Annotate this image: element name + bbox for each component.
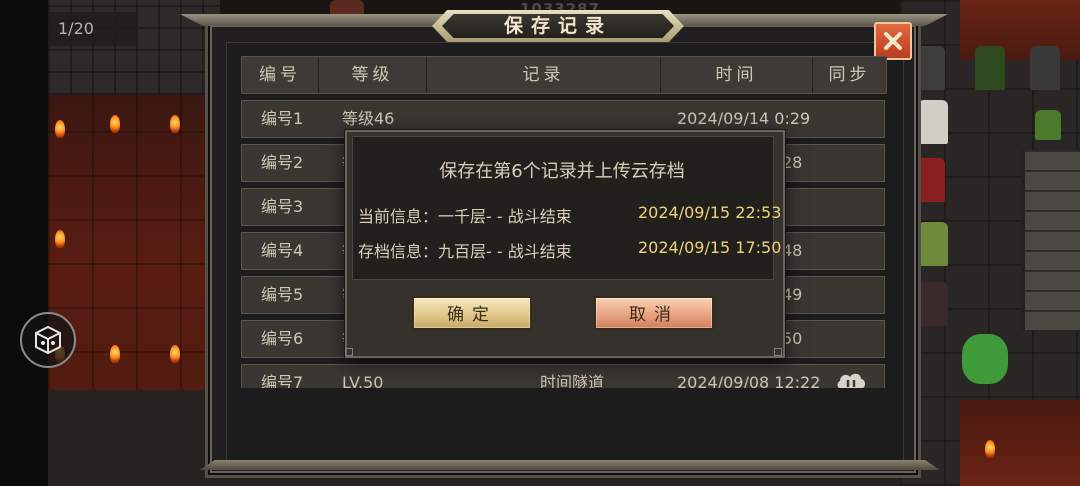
cube-icon — [35, 325, 61, 355]
row-time: 2024/09/08 12:22 — [677, 373, 821, 388]
torch-icon — [170, 115, 180, 133]
monster-sprite[interactable] — [918, 222, 948, 266]
dialog-corner — [345, 348, 353, 356]
panel-title: 保存记录 — [503, 15, 612, 37]
torch-icon — [55, 230, 65, 248]
header-id: 编号 — [242, 57, 319, 93]
current-info-label: 当前信息：一千层- - 战斗结束 — [358, 207, 572, 226]
floating-menu-button[interactable] — [20, 312, 76, 368]
monster-sprite[interactable] — [962, 334, 1008, 384]
torch-icon — [110, 115, 120, 133]
torch-icon — [985, 440, 995, 458]
monster-sprite[interactable] — [918, 282, 948, 326]
row-time: 28 — [782, 153, 803, 172]
close-icon — [884, 32, 902, 50]
left-black-strip — [0, 0, 48, 486]
header-level: 等级 — [319, 57, 427, 93]
close-button[interactable] — [874, 22, 912, 60]
confirm-button[interactable]: 确定 — [412, 296, 532, 330]
row-record: 时间隧道 — [539, 373, 604, 388]
bottom-bar-frame — [200, 460, 940, 470]
row-id: 编号1 — [261, 109, 304, 128]
dialog-title: 保存在第6个记录并上传云存档 — [439, 161, 685, 182]
table-header: 编号 等级 记录 时间 同步 — [241, 56, 887, 94]
current-info-time: 2024/09/15 22:53 — [638, 203, 782, 222]
floor-page-counter: 1/20 — [48, 12, 138, 46]
row-time: 49 — [782, 285, 803, 304]
torch-icon — [110, 345, 120, 363]
row-id: 编号6 — [261, 329, 304, 348]
table-row[interactable]: 编号7 LV.50 时间隧道 2024/09/08 12:22 — [241, 364, 885, 388]
cloud-sync-button[interactable] — [834, 369, 868, 388]
row-id: 编号7 — [261, 373, 304, 388]
row-id: 编号4 — [261, 241, 304, 260]
torch-icon — [170, 345, 180, 363]
archive-info-label: 存档信息：九百层- - 战斗结束 — [358, 242, 572, 261]
header-time: 时间 — [661, 57, 813, 93]
row-id: 编号3 — [261, 197, 304, 216]
row-id: 编号5 — [261, 285, 304, 304]
cancel-button[interactable]: 取消 — [594, 296, 714, 330]
row-id: 编号2 — [261, 153, 304, 172]
cloud-icon — [837, 373, 865, 388]
archive-info-time: 2024/09/15 17:50 — [638, 238, 782, 257]
monster-sprite[interactable] — [1030, 46, 1060, 90]
lava-bottom-right — [960, 400, 1080, 486]
monster-sprite[interactable] — [918, 100, 948, 144]
torch-icon — [55, 120, 65, 138]
dialog-corner — [774, 348, 782, 356]
row-level: LV.50 — [342, 373, 384, 388]
stone-wall-right — [1022, 150, 1080, 330]
row-time: 48 — [782, 241, 803, 260]
row-time: 50 — [782, 329, 803, 348]
monster-sprite[interactable] — [1035, 110, 1061, 140]
header-sync: 同步 — [828, 65, 871, 85]
header-record: 记录 — [427, 57, 661, 93]
monster-sprite[interactable] — [975, 46, 1005, 90]
